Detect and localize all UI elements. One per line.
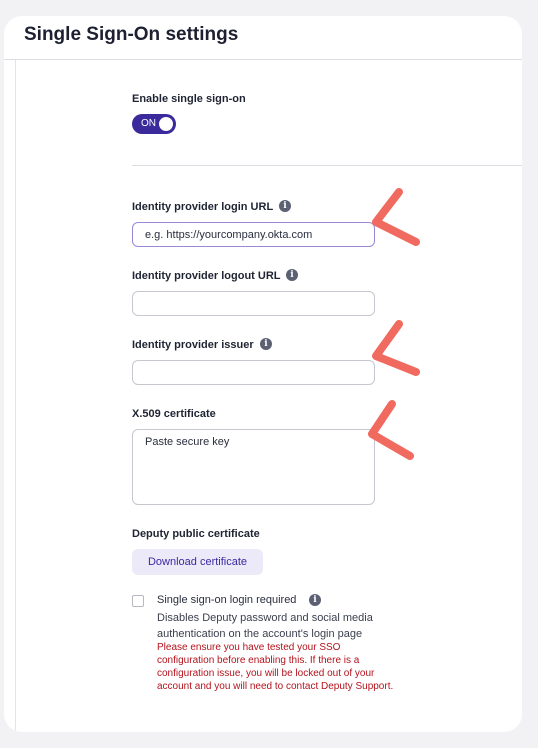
logout-url-label: Identity provider logout URL (132, 270, 281, 282)
login-url-label: Identity provider login URL (132, 201, 274, 213)
sso-settings-card: Single Sign-On settings Enable single si… (4, 16, 522, 732)
info-icon[interactable]: i (279, 200, 291, 212)
certificate-label: X.509 certificate (132, 408, 216, 420)
red-arrow-annotation-icon (372, 188, 420, 246)
info-icon[interactable]: i (309, 594, 321, 606)
toggle-knob (159, 117, 173, 131)
issuer-input[interactable] (132, 360, 375, 385)
logout-url-input[interactable] (132, 291, 375, 316)
info-icon[interactable]: i (260, 338, 272, 350)
login-required-checkbox[interactable] (132, 595, 144, 607)
login-url-input[interactable] (132, 222, 375, 247)
header: Single Sign-On settings (4, 16, 522, 60)
enable-sso-label: Enable single sign-on (132, 93, 246, 105)
page-title: Single Sign-On settings (24, 24, 239, 45)
red-arrow-annotation-icon (368, 400, 414, 460)
section-divider (132, 165, 522, 166)
red-arrow-annotation-icon (372, 320, 420, 376)
left-rail-divider (15, 60, 16, 732)
toggle-state-label: ON (141, 118, 156, 129)
certificate-textarea[interactable]: Paste secure key (132, 429, 375, 505)
info-icon[interactable]: i (286, 269, 298, 281)
login-required-warning: Please ensure you have tested your SSO c… (157, 642, 394, 692)
public-cert-label: Deputy public certificate (132, 528, 260, 540)
login-required-description: Disables Deputy password and social medi… (157, 612, 373, 640)
login-required-label: Single sign-on login required (157, 594, 297, 606)
issuer-label: Identity provider issuer (132, 339, 254, 351)
enable-sso-toggle[interactable]: ON (132, 114, 176, 134)
download-certificate-button[interactable]: Download certificate (132, 549, 263, 575)
